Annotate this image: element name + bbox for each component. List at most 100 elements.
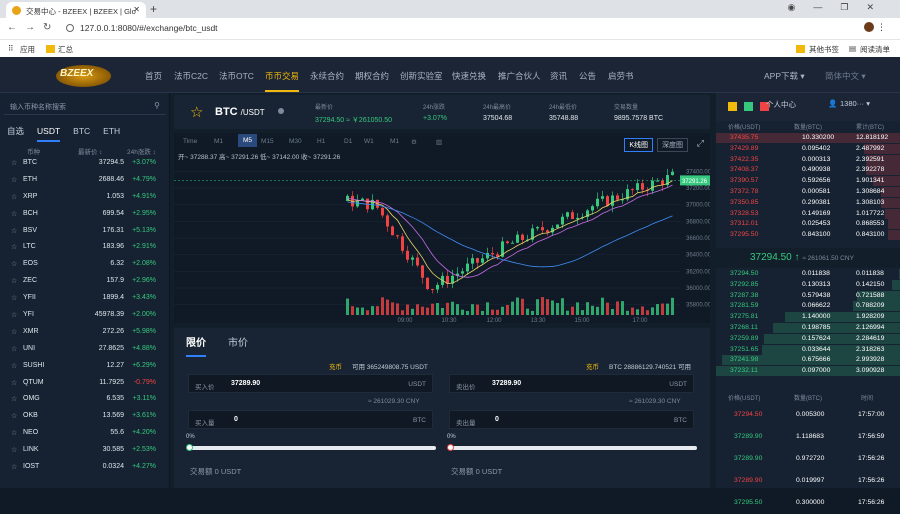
bid-row[interactable]: 37268.11 0.198785 2.126994 [716,323,900,333]
nav-item-4[interactable]: 永续合约 [310,70,344,82]
bookmark-other[interactable]: 其他书签 [809,44,839,55]
buy-qty-input[interactable]: 买入量 0 BTC [188,410,433,429]
favorite-star-icon[interactable]: ☆ [190,103,203,121]
bid-row[interactable]: 37287.38 0.579438 0.721588 [716,290,900,301]
order-tab-0[interactable]: 限价 [186,338,206,357]
nav-item-1[interactable]: 法币C2C [174,70,208,82]
buy-deposit-link[interactable]: 充币 [329,364,342,371]
ask-row[interactable]: 37295.50 0.843100 0.843100 [716,230,900,241]
user-menu[interactable]: 1380··· ▾ [840,99,870,108]
nav-item-3[interactable]: 币币交易 [265,70,300,92]
sell-qty-input[interactable]: 卖出量 0 BTC [449,410,694,429]
bid-row[interactable]: 37294.50 0.011838 0.011838 [716,269,900,279]
nav-item-9[interactable]: 资讯 [550,70,567,82]
market-row[interactable]: ☆ XMR 272.26 +5.98% [0,328,170,345]
ask-row[interactable]: 37372.78 0.000581 1.308684 [716,187,900,197]
apps-icon[interactable]: ⠿ [8,44,14,53]
market-row[interactable]: ☆ BCH 699.54 +2.95% [0,210,170,227]
new-tab-button[interactable]: + [150,2,157,16]
window-controls[interactable]: ◉—❐✕ [788,2,892,13]
market-row[interactable]: ☆ ZEC 157.9 +2.96% [0,277,170,294]
star-icon[interactable]: ☆ [11,379,17,387]
market-row[interactable]: ☆ UNI 27.8625 +4.88% [0,345,170,362]
bookmark-summary[interactable]: 汇总 [58,44,73,55]
market-row[interactable]: ☆ BSV 176.31 +5.13% [0,227,170,244]
bid-row[interactable]: 37292.85 0.130313 0.142150 [716,279,900,290]
star-icon[interactable]: ☆ [11,362,17,370]
star-icon[interactable]: ☆ [11,210,17,218]
browser-tab[interactable]: 交易中心 - BZEEX | BZEEX | Glo ✕ [6,2,146,18]
nav-item-10[interactable]: 公告 [579,70,596,82]
buy-slider[interactable] [186,444,436,451]
nav-item-11[interactable]: 启劳书 [608,70,634,82]
star-icon[interactable]: ☆ [11,176,17,184]
sell-deposit-link[interactable]: 充币 [586,364,599,371]
nav-item-7[interactable]: 快速兑换 [452,70,486,82]
market-row[interactable]: ☆ OMG 6.535 +3.11% [0,395,170,412]
search-input[interactable]: 输入币种名称搜索 ⚲ [4,99,166,115]
ask-row[interactable]: 37408.37 0.490938 2.392278 [716,165,900,176]
orderbook-bids-icon[interactable] [744,102,753,111]
col-price[interactable]: 最新价 ↕ [78,146,103,156]
market-tab-0[interactable]: 自选 [7,126,24,140]
market-row[interactable]: ☆ LTC 183.96 +2.91% [0,243,170,260]
market-row[interactable]: ☆ EOS 6.32 +2.08% [0,260,170,277]
nav-item-0[interactable]: 首页 [145,70,162,82]
star-icon[interactable]: ☆ [11,277,17,285]
nav-item-5[interactable]: 期权合约 [355,70,389,82]
ask-row[interactable]: 37312.01 0.025453 0.868553 [716,219,900,230]
bid-row[interactable]: 37259.89 0.157624 2.284619 [716,333,900,344]
extension-icon[interactable] [864,22,874,32]
market-tab-2[interactable]: BTC [73,126,90,140]
url-field[interactable]: 127.0.0.1:8080/#/exchange/btc_usdt [66,23,218,33]
sell-price-input[interactable]: 卖出价 37289.90 USDT [449,374,694,393]
star-icon[interactable]: ☆ [11,227,17,235]
col-coin[interactable]: 币种 [27,146,40,156]
bid-row[interactable]: 37281.59 0.066622 0.788209 [716,301,900,312]
star-icon[interactable]: ☆ [11,412,17,420]
nav-item-6[interactable]: 创新实验室 [400,70,443,82]
ask-row[interactable]: 37435.75 10.330200 12.818192 [716,133,900,143]
bookmark-apps[interactable]: 应用 [20,44,35,55]
info-icon[interactable] [278,108,284,114]
star-icon[interactable]: ☆ [11,260,17,268]
sell-slider-handle[interactable] [447,444,454,451]
ask-row[interactable]: 37390.57 0.592656 1.901341 [716,176,900,187]
order-tab-1[interactable]: 市价 [228,338,248,355]
language-select[interactable]: 简体中文 ▾ [825,70,866,82]
star-icon[interactable]: ☆ [11,446,17,454]
buy-slider-handle[interactable] [186,444,193,451]
star-icon[interactable]: ☆ [11,328,17,336]
market-row[interactable]: ☆ QTUM 11.7925 -0.79% [0,379,170,396]
bid-row[interactable]: 37251.65 0.033644 2.318263 [716,344,900,355]
close-tab-icon[interactable]: ✕ [133,5,140,14]
star-icon[interactable]: ☆ [11,345,17,353]
star-icon[interactable]: ☆ [11,395,17,403]
ask-row[interactable]: 37422.35 0.000313 2.392591 [716,154,900,165]
personal-center-link[interactable]: 个人中心 [766,99,796,110]
ask-row[interactable]: 37429.89 0.095402 2.487992 [716,143,900,154]
bookmark-reading[interactable]: 阅读清单 [860,44,890,55]
site-logo[interactable]: BZEEX [56,65,111,87]
app-download-link[interactable]: APP下载 ▾ [764,70,805,82]
market-row[interactable]: ☆ SUSHI 12.27 +6.29% [0,362,170,379]
market-row[interactable]: ☆ IOST 0.0324 +4.27% [0,463,170,480]
sell-slider[interactable] [447,444,697,451]
market-row[interactable]: ☆ XRP 1.053 +4.91% [0,193,170,210]
star-icon[interactable]: ☆ [11,429,17,437]
nav-item-2[interactable]: 法币OTC [219,70,254,82]
market-row[interactable]: ☆ YFI 45978.39 +2.00% [0,311,170,328]
market-row[interactable]: ☆ YFII 1899.4 +3.43% [0,294,170,311]
kline-chart[interactable]: ⚙ ▥ K线图 深度图 ⤢ Time M1 M5 M15 M30 H1 D1 W1 M1 开~ … [174,133,710,323]
nav-item-8[interactable]: 推广合伙人 [498,70,541,82]
bid-row[interactable]: 37241.98 0.675666 2.993928 [716,355,900,366]
star-icon[interactable]: ☆ [11,193,17,201]
col-change[interactable]: 24h涨跌 ↕ [127,146,156,156]
star-icon[interactable]: ☆ [11,311,17,319]
bid-row[interactable]: 37275.81 1.140000 1.928209 [716,312,900,323]
nav-buttons[interactable]: ←→↻ [7,22,59,33]
ask-row[interactable]: 37328.53 0.149169 1.017722 [716,208,900,219]
star-icon[interactable]: ☆ [11,294,17,302]
market-tab-1[interactable]: USDT [37,126,61,142]
star-icon[interactable]: ☆ [11,159,17,167]
